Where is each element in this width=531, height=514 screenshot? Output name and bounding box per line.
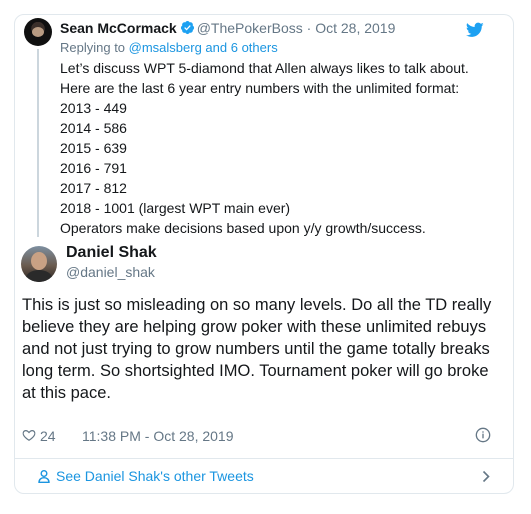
quoted-line: 2018 - 1001 (largest WPT main ever) (60, 200, 291, 216)
quoted-date[interactable]: Oct 28, 2019 (315, 20, 395, 36)
quoted-line: 2016 - 791 (60, 160, 127, 176)
tweet-line: long term. So shortsighted IMO. Tourname… (22, 362, 489, 380)
quoted-header: Sean McCormack @ThePokerBoss · Oct 28, 20… (60, 20, 395, 36)
twitter-bird-icon[interactable] (466, 22, 484, 38)
quoted-line: 2014 - 586 (60, 120, 127, 136)
tweet-line: This is just so misleading on so many le… (22, 296, 492, 314)
quoted-body: Let’s discuss WPT 5-diamond that Allen a… (60, 58, 469, 238)
person-icon (38, 470, 50, 483)
tweet-timestamp[interactable]: 11:38 PM - Oct 28, 2019 (82, 428, 234, 444)
replying-to-link[interactable]: @msalsberg and 6 others (129, 40, 278, 55)
header-separator: · (302, 20, 316, 36)
info-icon[interactable] (475, 427, 491, 443)
tweet-line: at this pace. (22, 384, 111, 402)
see-other-tweets-button[interactable]: See Daniel Shak's other Tweets (14, 459, 514, 494)
replying-prefix: Replying to (60, 40, 129, 55)
author-name[interactable]: Daniel Shak (66, 244, 157, 262)
quoted-line: Operators make decisions based upon y/y … (60, 220, 426, 236)
quoted-line: Here are the last 6 year entry numbers w… (60, 80, 460, 96)
quoted-line: 2013 - 449 (60, 100, 127, 116)
like-count[interactable]: 24 (40, 428, 56, 444)
tweet-line: believe they are helping grow poker with… (22, 318, 487, 336)
quoted-avatar[interactable] (24, 18, 52, 46)
quoted-line: Let’s discuss WPT 5-diamond that Allen a… (60, 60, 469, 76)
chevron-right-icon (482, 470, 490, 483)
tweet-text: This is just so misleading on so many le… (22, 294, 492, 404)
thread-line (37, 49, 39, 237)
quoted-author-name[interactable]: Sean McCormack (60, 20, 177, 36)
heart-icon[interactable] (22, 428, 36, 442)
see-other-tweets-link[interactable]: See Daniel Shak's other Tweets (56, 468, 254, 484)
author-handle[interactable]: @daniel_shak (66, 264, 155, 280)
verified-icon (180, 20, 194, 35)
quoted-author-handle[interactable]: @ThePokerBoss (197, 20, 303, 36)
quoted-line: 2015 - 639 (60, 140, 127, 156)
replying-to: Replying to @msalsberg and 6 others (60, 40, 278, 55)
tweet-line: and not just trying to grow numbers unti… (22, 340, 490, 358)
quoted-line: 2017 - 812 (60, 180, 127, 196)
author-avatar[interactable] (21, 246, 57, 282)
